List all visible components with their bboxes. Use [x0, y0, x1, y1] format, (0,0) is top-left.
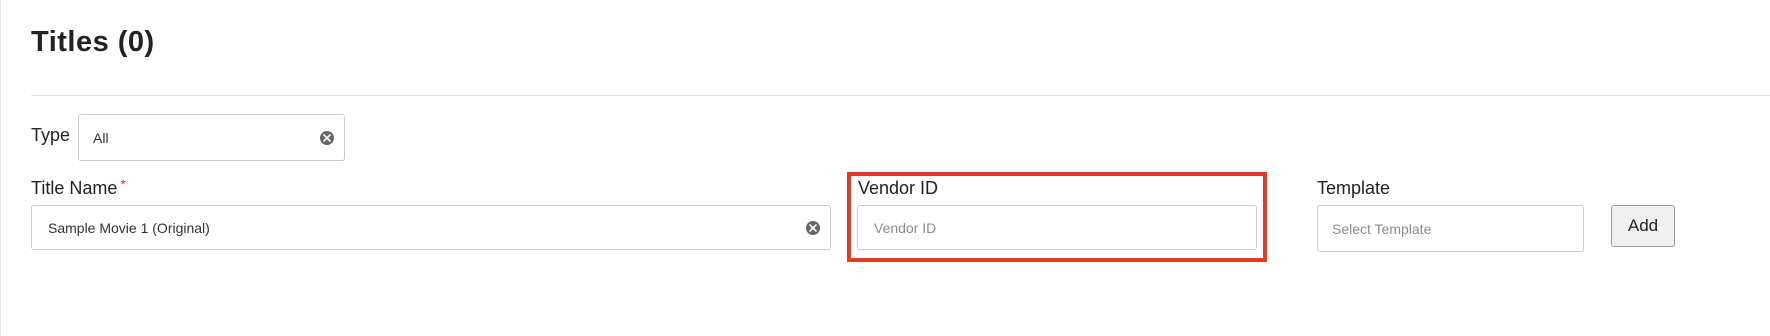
template-label: Template — [1317, 178, 1391, 198]
title-name-value: Sample Movie 1 (Original) — [48, 219, 210, 236]
left-border — [0, 0, 1, 336]
title-name-clear-icon[interactable] — [806, 220, 820, 235]
type-clear-icon[interactable] — [320, 130, 334, 145]
type-select[interactable]: All — [78, 114, 345, 161]
title-divider — [31, 95, 1770, 96]
vendor-id-label: Vendor ID — [858, 178, 939, 198]
type-select-value: All — [93, 129, 109, 146]
vendor-id-field[interactable] — [857, 205, 1257, 250]
title-name-select[interactable]: Sample Movie 1 (Original) — [31, 205, 831, 250]
vendor-id-input[interactable] — [858, 206, 1256, 249]
required-asterisk: * — [120, 176, 126, 192]
template-placeholder: Select Template — [1332, 220, 1432, 237]
page-title: Titles (0) — [31, 26, 155, 58]
title-name-label: Title Name * — [31, 176, 126, 199]
type-label: Type — [31, 125, 71, 145]
title-name-label-text: Title Name — [31, 178, 118, 198]
template-select[interactable]: Select Template — [1317, 205, 1584, 252]
add-button[interactable]: Add — [1611, 205, 1675, 247]
